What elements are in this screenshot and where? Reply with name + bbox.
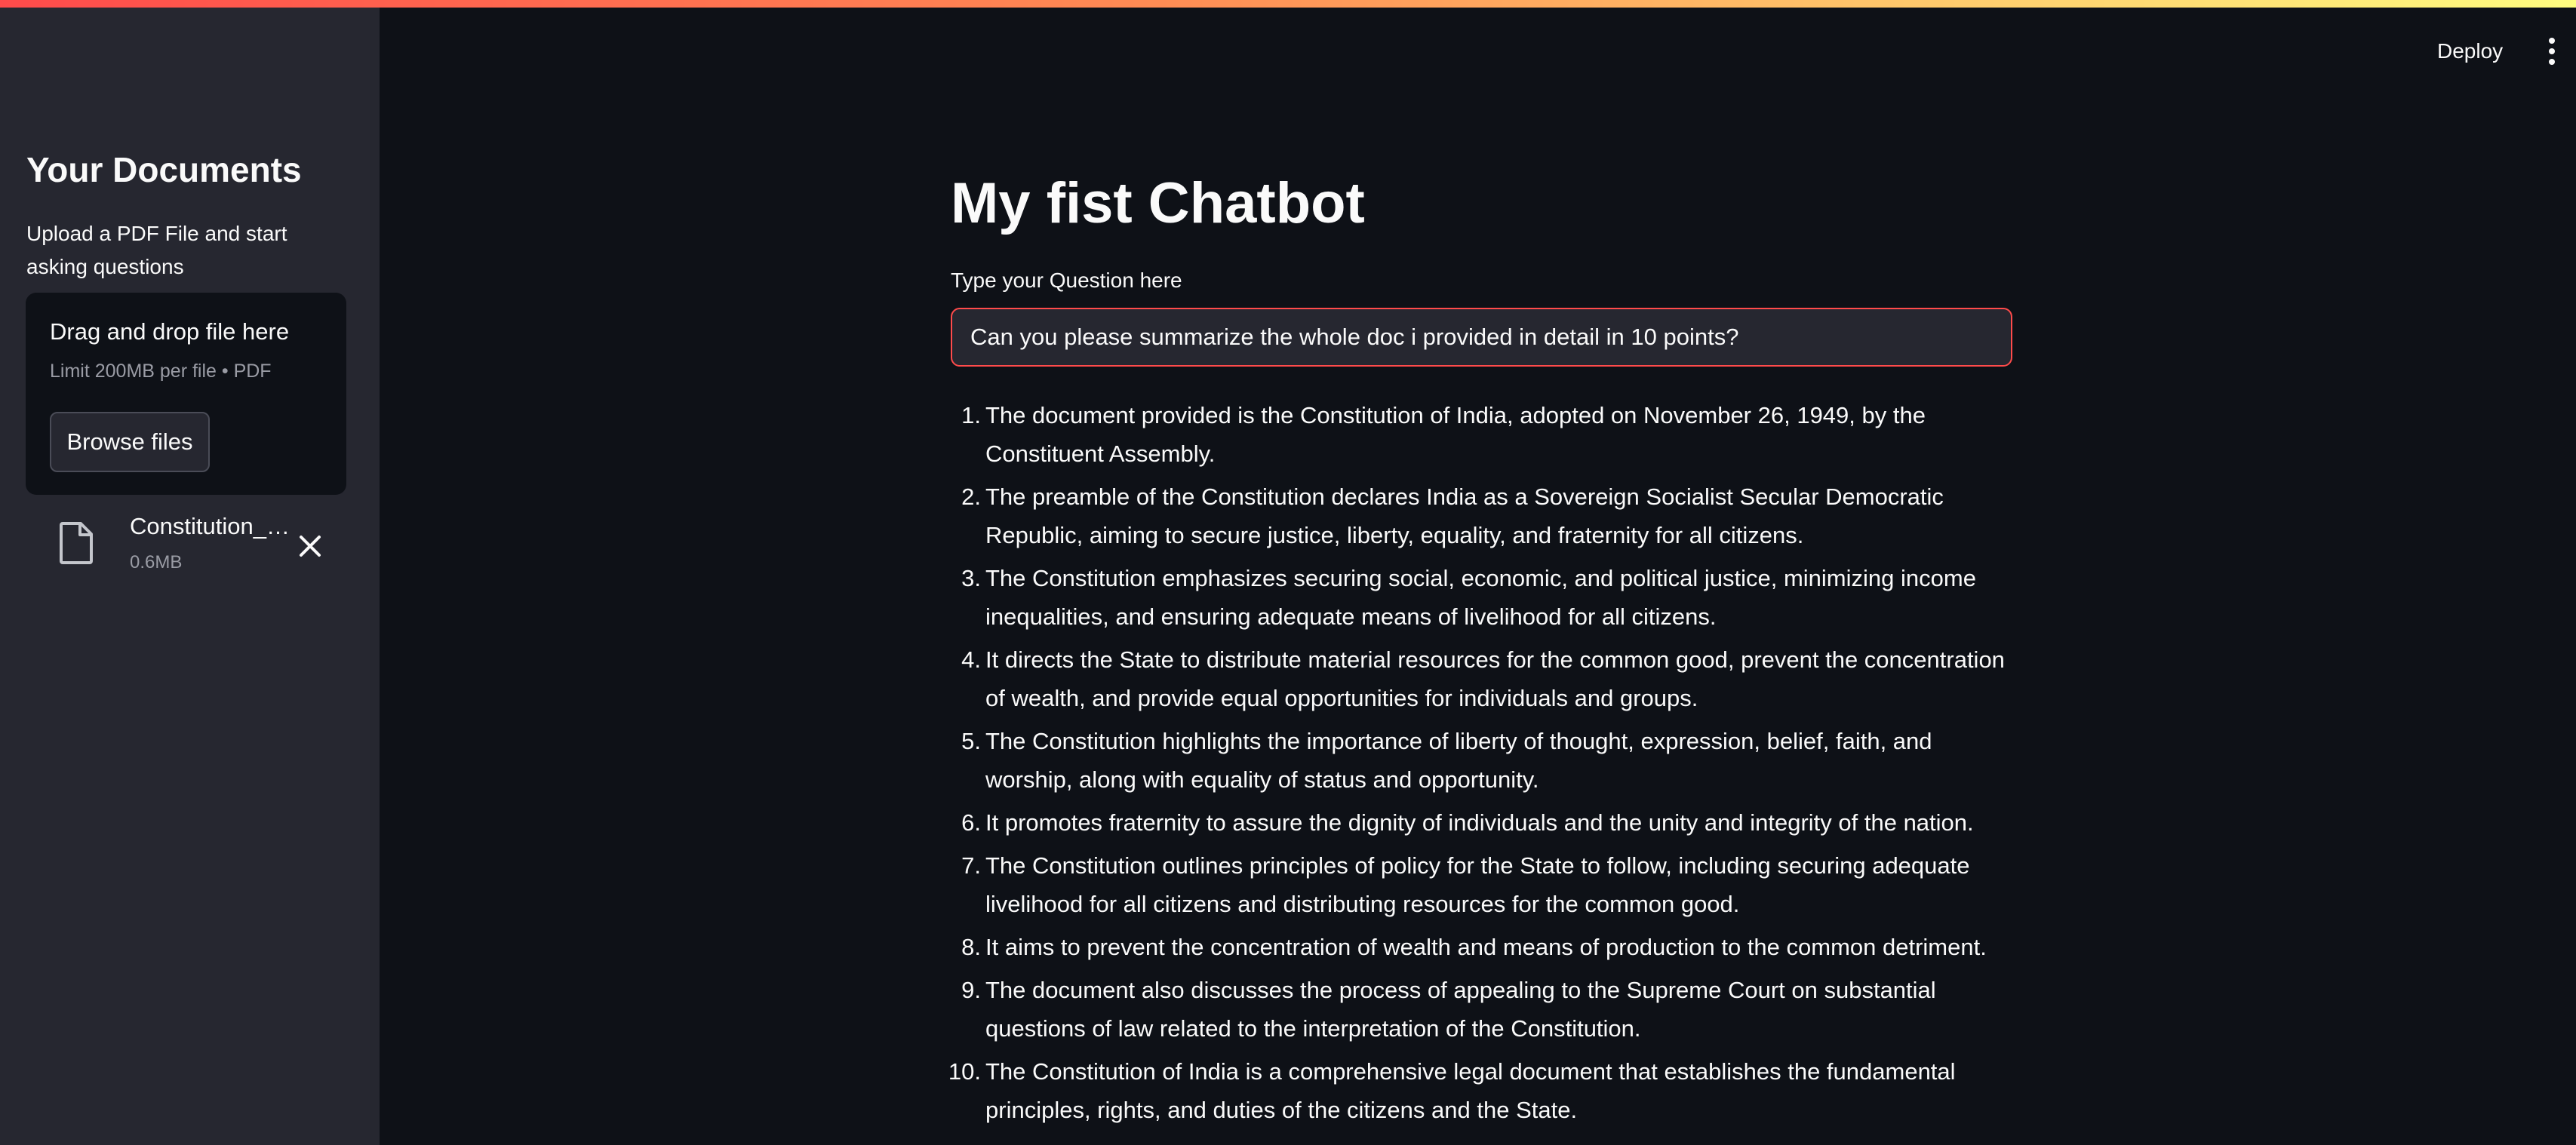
page-title: My fist Chatbot [951,171,1365,235]
answer-item: 3. The Constitution emphasizes securing s… [951,559,2022,636]
answer-number: 6. [961,809,981,836]
answer-text: The Constitution emphasizes securing soc… [985,565,1976,630]
sidebar: Your Documents Upload a PDF File and sta… [0,0,380,1145]
answer-text: The document provided is the Constitutio… [985,402,1926,467]
answer-item: 1. The document provided is the Constitut… [951,396,2022,473]
deploy-button[interactable]: Deploy [2437,33,2503,69]
answer-text: The Constitution highlights the importan… [985,728,1932,793]
answer-text: The Constitution outlines principles of … [985,852,1970,917]
question-input-label: Type your Question here [951,269,1182,292]
file-size: 0.6MB [130,552,183,572]
answer-item: 9. The document also discusses the proces… [951,971,2022,1048]
answer-item: 2. The preamble of the Constitution decla… [951,477,2022,554]
answer-item: 5. The Constitution highlights the import… [951,722,2022,799]
answer-text: It directs the State to distribute mater… [985,646,2005,711]
answer-item: 8. It aims to prevent the concentration o… [951,928,2022,966]
answer-number: 1. [961,402,981,428]
dropzone-label: Drag and drop file here [50,318,290,345]
answer-text: It aims to prevent the concentration of … [985,934,1987,960]
answer-text: The Constitution of India is a comprehen… [985,1058,1956,1123]
answer-list: 1. The document provided is the Constitut… [948,396,2022,1134]
answer-number: 4. [961,646,981,673]
answer-number: 5. [961,728,981,754]
file-dropzone[interactable]: Drag and drop file here Limit 200MB per … [26,293,346,495]
answer-item: 10. The Constitution of India is a compre… [948,1052,2022,1129]
sidebar-description: Upload a PDF File and start asking quest… [26,222,287,278]
answer-item: 7. The Constitution outlines principles o… [951,846,2022,923]
answer-number: 8. [961,934,981,960]
answer-number: 9. [961,977,981,1003]
question-input[interactable] [951,308,2012,367]
vertical-dots-icon[interactable] [2538,33,2565,69]
answer-text: The document also discusses the process … [985,977,1936,1042]
browse-files-button[interactable]: Browse files [50,412,210,472]
sidebar-title: Your Documents [26,150,302,189]
answer-number: 7. [961,852,981,879]
uploaded-file-item: Constitution_… 0.6MB [26,507,346,582]
answer-item: 6. It promotes fraternity to assure the d… [951,803,2022,842]
close-icon[interactable] [295,531,325,561]
dropzone-limit: Limit 200MB per file • PDF [50,361,272,382]
answer-item: 4. It directs the State to distribute mat… [951,640,2022,717]
file-name: Constitution_… [130,513,290,539]
answer-number: 3. [961,565,981,591]
answer-number: 2. [961,483,981,510]
file-icon [60,522,93,564]
top-decoration-bar [0,0,2576,8]
answer-number: 10. [948,1058,981,1085]
answer-text: The preamble of the Constitution declare… [985,483,1944,548]
answer-text: It promotes fraternity to assure the dig… [985,809,1974,836]
